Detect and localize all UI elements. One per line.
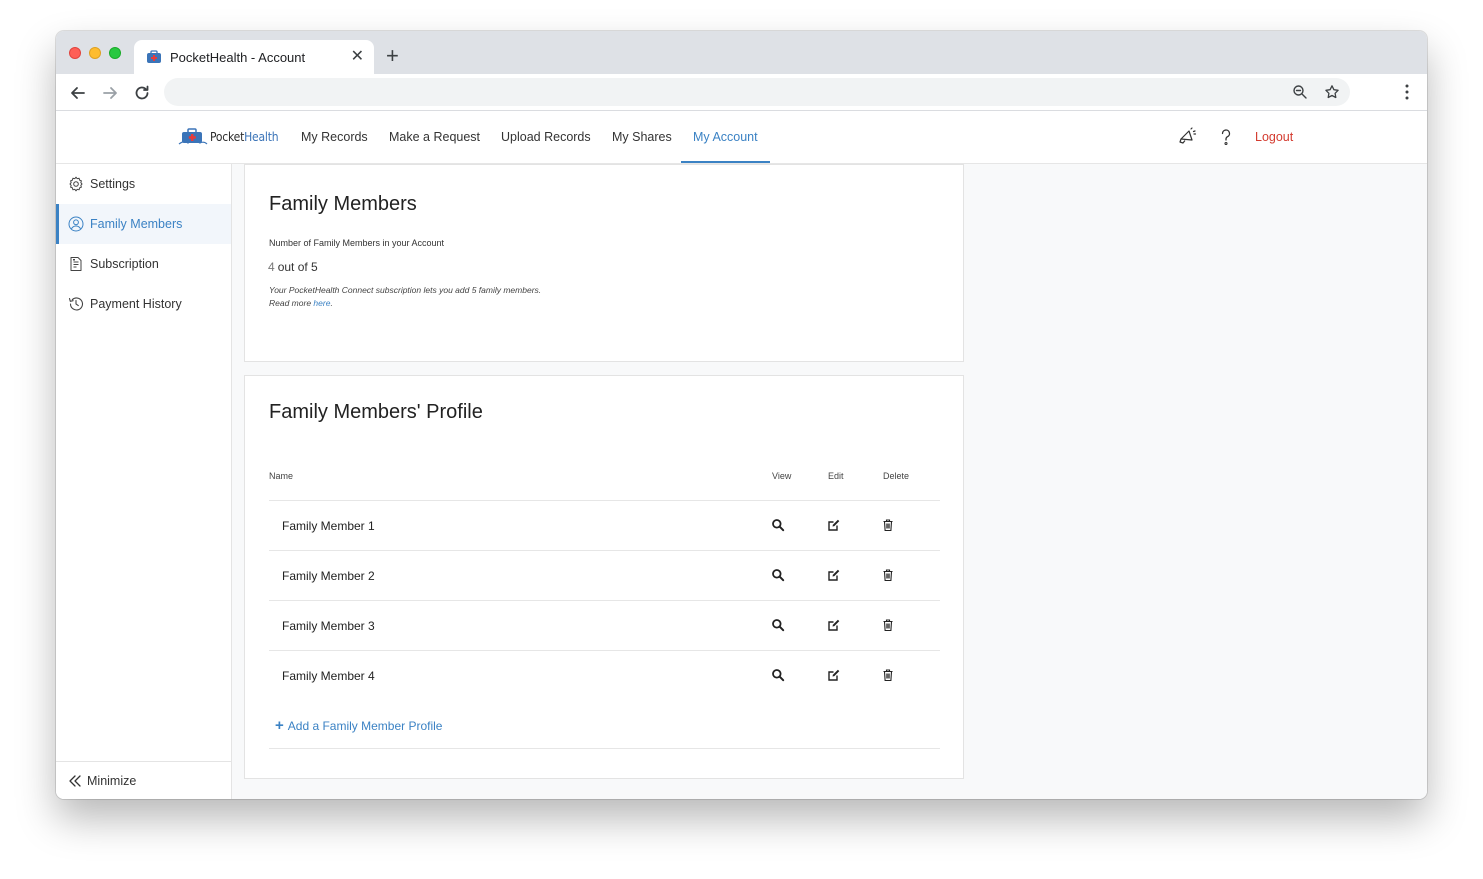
subscription-note-line: Your PocketHealth Connect subscription l… <box>269 285 542 295</box>
column-header-delete: Delete <box>883 471 910 481</box>
new-tab-icon[interactable]: + <box>386 45 399 67</box>
address-bar[interactable] <box>164 78 1350 106</box>
add-family-member-label: Add a Family Member Profile <box>287 718 443 733</box>
table-divider <box>269 748 940 749</box>
table-row: Family Member 2 <box>269 550 940 600</box>
view-search-icon[interactable] <box>771 668 785 682</box>
table-row: Family Member 3 <box>269 600 940 650</box>
family-member-name: Family Member 2 <box>282 569 375 583</box>
add-family-member-button[interactable]: + Add a Family Member Profile <box>275 717 442 734</box>
minimize-label: Minimize <box>87 773 137 788</box>
reload-icon[interactable] <box>132 83 152 103</box>
main-content: Settings Family Members Subscription Pay… <box>56 164 1427 799</box>
delete-trash-icon[interactable] <box>881 568 895 582</box>
account-sidebar: Settings Family Members Subscription Pay… <box>56 164 232 799</box>
browser-tab[interactable]: PocketHealth - Account ✕ <box>134 40 374 74</box>
pockethealth-favicon-icon <box>147 50 161 63</box>
pockethealth-logo[interactable]: PocketHealth <box>178 127 279 147</box>
sidebar-item-label: Family Members <box>90 217 183 231</box>
zoom-window-button[interactable] <box>109 47 121 59</box>
member-count: 4 out of 5 <box>268 260 318 274</box>
browser-window: PocketHealth - Account ✕ + PocketHealth … <box>56 31 1427 799</box>
table-row: Family Member 4 <box>269 650 940 700</box>
close-window-button[interactable] <box>69 47 81 59</box>
tab-title: PocketHealth - Account <box>170 49 306 65</box>
member-count-label: Number of Family Members in your Account <box>269 238 445 248</box>
read-more-link[interactable]: here <box>313 298 330 308</box>
megaphone-icon[interactable] <box>1177 127 1197 147</box>
family-profile-title: Family Members' Profile <box>269 401 483 423</box>
column-header-edit: Edit <box>828 471 844 481</box>
sidebar-item-label: Payment History <box>90 297 182 311</box>
column-header-view: View <box>772 471 792 481</box>
view-search-icon[interactable] <box>771 568 785 582</box>
logo-wordmark: PocketHealth <box>210 130 279 144</box>
bookmark-star-icon[interactable] <box>1324 84 1340 100</box>
double-chevron-left-icon <box>69 774 81 787</box>
family-members-card: Family Members Number of Family Members … <box>244 164 964 362</box>
edit-icon[interactable] <box>827 568 841 582</box>
view-search-icon[interactable] <box>771 618 785 632</box>
sidebar-item-payment-history[interactable]: Payment History <box>56 284 231 324</box>
nav-my-shares[interactable]: My Shares <box>612 111 672 163</box>
forward-arrow-icon[interactable] <box>100 83 120 103</box>
close-tab-icon[interactable]: ✕ <box>351 49 364 65</box>
nav-my-account[interactable]: My Account <box>681 111 770 163</box>
user-circle-icon <box>68 216 84 232</box>
minimize-window-button[interactable] <box>89 47 101 59</box>
edit-icon[interactable] <box>827 618 841 632</box>
sidebar-item-family-members[interactable]: Family Members <box>56 204 231 244</box>
browser-toolbar <box>56 74 1427 111</box>
sidebar-item-label: Settings <box>90 177 136 191</box>
sidebar-item-settings[interactable]: Settings <box>56 164 231 204</box>
back-arrow-icon[interactable] <box>68 83 88 103</box>
tab-strip: PocketHealth - Account ✕ + <box>56 31 1427 74</box>
family-member-name: Family Member 1 <box>282 519 375 533</box>
document-icon <box>70 257 82 271</box>
logout-link[interactable]: Logout <box>1255 111 1293 163</box>
member-count-limit: out of 5 <box>277 260 318 274</box>
minimize-sidebar-button[interactable]: Minimize <box>56 761 231 799</box>
help-icon[interactable] <box>1216 127 1236 147</box>
family-member-name: Family Member 3 <box>282 619 375 633</box>
delete-trash-icon[interactable] <box>881 518 895 532</box>
zoom-icon[interactable] <box>1292 84 1308 100</box>
family-member-name: Family Member 4 <box>282 669 375 683</box>
edit-icon[interactable] <box>827 518 841 532</box>
table-row: Family Member 1 <box>269 500 940 550</box>
family-members-title: Family Members <box>269 193 417 215</box>
subscription-note: Your PocketHealth Connect subscription l… <box>269 284 541 310</box>
member-count-used: 4 <box>268 260 275 274</box>
read-more-period: . <box>330 298 333 308</box>
app-header: PocketHealth My Records Make a Request U… <box>56 111 1427 164</box>
history-icon <box>68 297 84 311</box>
browser-menu-icon[interactable] <box>1405 84 1409 100</box>
nav-make-a-request[interactable]: Make a Request <box>389 111 480 163</box>
delete-trash-icon[interactable] <box>881 618 895 632</box>
read-more-text: Read more <box>269 298 314 308</box>
gear-icon <box>69 176 83 192</box>
sidebar-item-label: Subscription <box>90 257 159 271</box>
nav-my-records[interactable]: My Records <box>301 111 368 163</box>
plus-icon: + <box>275 717 284 734</box>
column-header-name: Name <box>269 471 294 481</box>
delete-trash-icon[interactable] <box>881 668 895 682</box>
nav-upload-records[interactable]: Upload Records <box>501 111 591 163</box>
edit-icon[interactable] <box>827 668 841 682</box>
logo-briefcase-icon <box>178 128 208 145</box>
sidebar-item-subscription[interactable]: Subscription <box>56 244 231 284</box>
view-search-icon[interactable] <box>771 518 785 532</box>
family-profile-card: Family Members' Profile Name View Edit D… <box>244 375 964 779</box>
